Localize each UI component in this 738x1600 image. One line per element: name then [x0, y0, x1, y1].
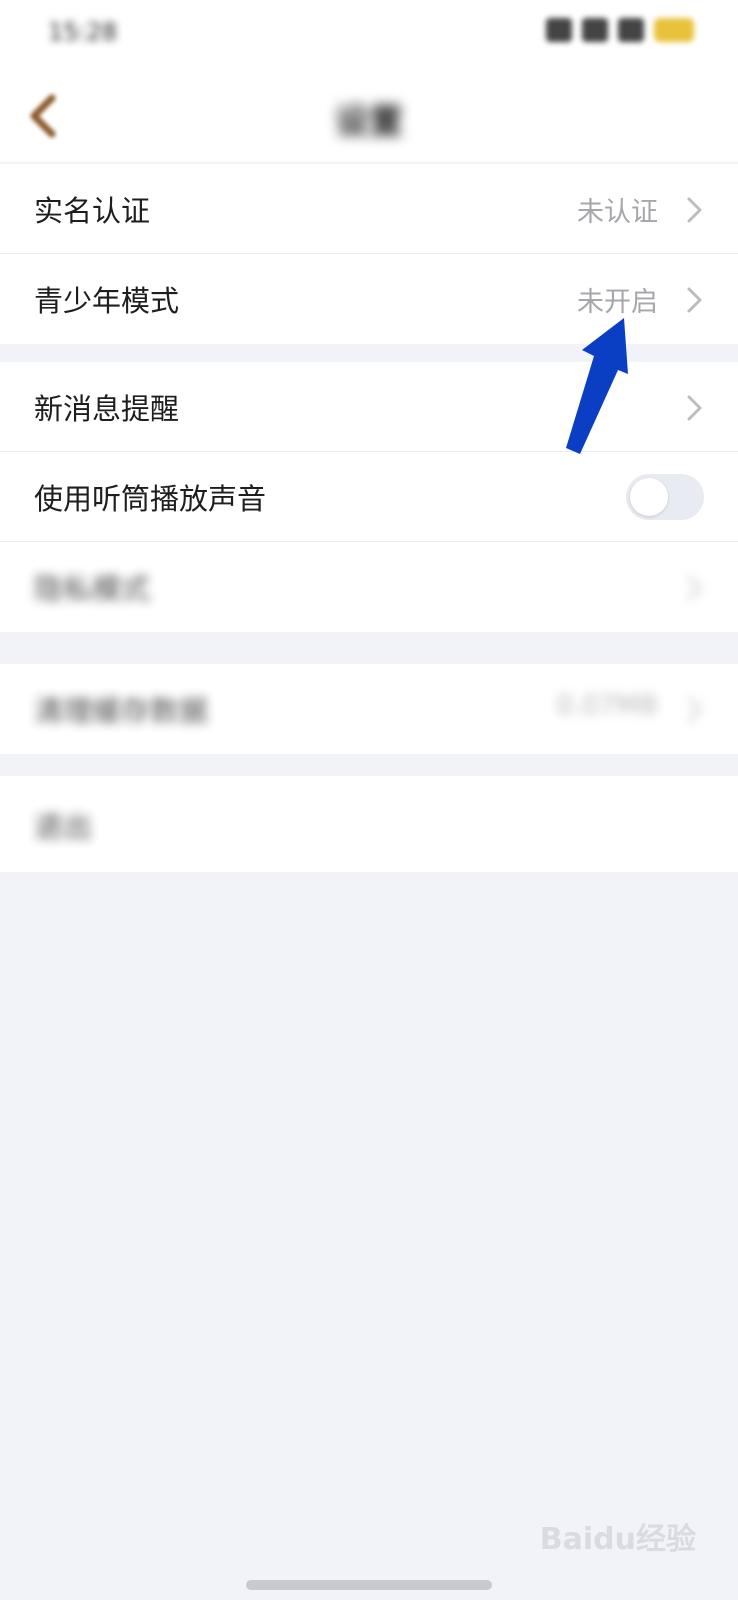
chevron-right-icon	[687, 697, 702, 723]
row-clear-cache[interactable]: 清理缓存数据 0.07MB	[0, 664, 738, 754]
settings-page: 15:28 设置 实名认证 未认证 青少年模式 未开启 新消息提醒 使用听筒播放…	[0, 0, 738, 1600]
signal-icon	[546, 18, 572, 42]
home-indicator	[246, 1580, 492, 1590]
row-label: 使用听筒播放声音	[34, 482, 267, 516]
network-icon	[618, 18, 644, 42]
page-title: 设置	[335, 102, 403, 142]
chevron-right-icon	[687, 575, 702, 601]
wifi-icon	[582, 18, 608, 42]
settings-group-logout: 退出	[0, 776, 738, 872]
row-earpiece-playback: 使用听筒播放声音	[0, 452, 738, 542]
battery-icon	[654, 18, 694, 42]
earpiece-toggle[interactable]	[626, 474, 704, 520]
row-label: 青少年模式	[34, 284, 180, 318]
status-icons	[546, 18, 694, 42]
row-value: 0.07MB	[556, 690, 658, 721]
row-logout[interactable]: 退出	[0, 776, 738, 872]
row-label: 实名认证	[34, 194, 151, 228]
settings-group-cache: 清理缓存数据 0.07MB	[0, 664, 738, 754]
toggle-knob	[630, 478, 668, 516]
row-label: 新消息提醒	[34, 392, 180, 426]
watermark: Baidu经验	[539, 1522, 696, 1557]
row-real-name-auth[interactable]: 实名认证 未认证	[0, 164, 738, 254]
logout-label: 退出	[34, 810, 93, 844]
annotation-arrow	[566, 318, 628, 454]
status-bar: 15:28	[0, 0, 738, 70]
nav-bar: 设置	[0, 70, 738, 162]
chevron-right-icon	[687, 197, 702, 223]
row-value: 未认证	[577, 197, 658, 228]
row-label: 隐私模式	[34, 572, 151, 606]
row-label: 清理缓存数据	[34, 694, 209, 728]
status-time: 15:28	[48, 18, 118, 46]
row-privacy-mode[interactable]: 隐私模式	[0, 542, 738, 632]
chevron-right-icon	[687, 395, 702, 421]
chevron-right-icon	[687, 287, 702, 313]
